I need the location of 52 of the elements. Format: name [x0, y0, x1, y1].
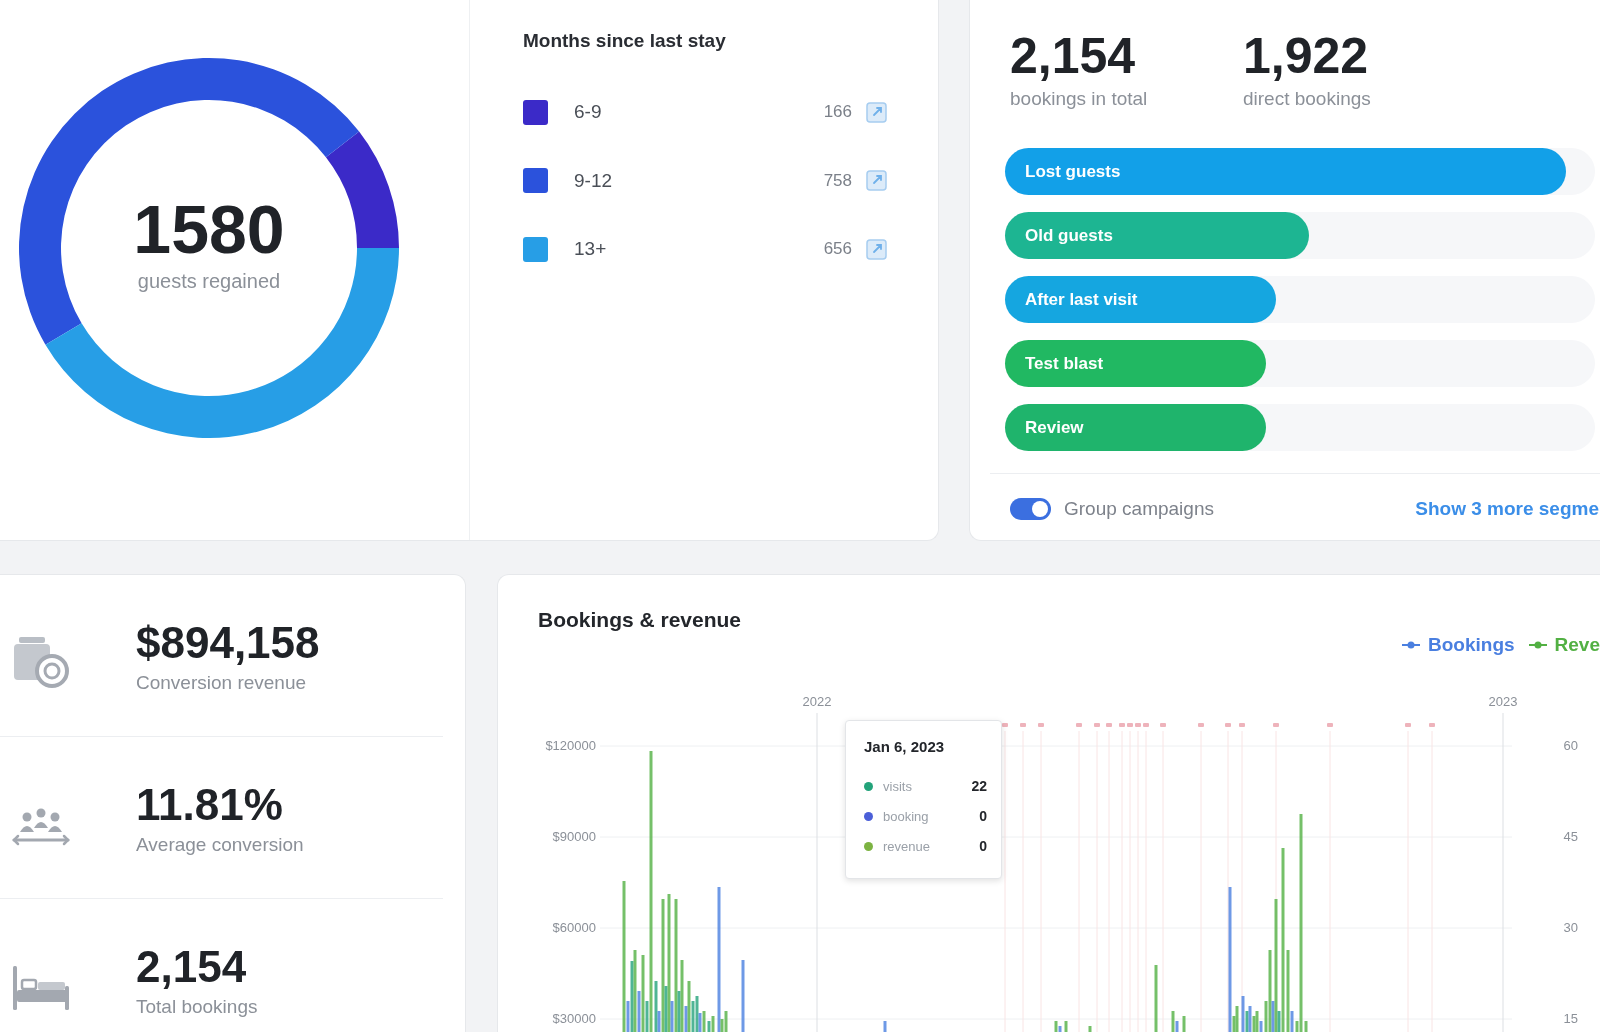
external-link-icon [866, 101, 887, 123]
summary-value: 11.81% [136, 781, 283, 829]
legend-label: 6-9 [574, 101, 602, 123]
segment-bar[interactable]: Lost guests [1005, 148, 1566, 195]
summary-label: Average conversion [136, 833, 304, 857]
axis-tick-label: 60 [1563, 737, 1578, 755]
donut-caption: guests regained [137, 269, 281, 293]
stat-label: direct bookings [1243, 87, 1371, 111]
external-link-icon [866, 170, 887, 191]
legend-count: 166 [823, 102, 852, 122]
legend-label: 13+ [574, 238, 607, 260]
legend-label: 9-12 [574, 169, 613, 192]
axis-tick-label: 30 [1563, 919, 1578, 937]
chart-title: Bookings & revenue [538, 607, 742, 633]
tooltip-value: 0 [979, 838, 987, 854]
toggle-switch[interactable] [1010, 498, 1051, 520]
legend-toggle[interactable]: Bookings [1402, 633, 1515, 657]
axis-period-label: 2022 [802, 694, 832, 709]
axis-period-label: 2023 [1488, 694, 1518, 709]
stat-value: 1,922 [1243, 28, 1369, 84]
axis-tick-label: $90000 [552, 828, 596, 846]
show-more-link[interactable]: Show 3 more segme [1415, 498, 1600, 520]
summary-label: Conversion revenue [136, 671, 307, 695]
tooltip-date: Jan 6, 2023 [864, 737, 946, 757]
axis-tick-label: $30000 [552, 1010, 596, 1028]
legend-count: 656 [823, 239, 852, 259]
summary-value: $894,158 [136, 619, 320, 667]
donut-slice [325, 131, 399, 248]
tooltip-value: 0 [979, 808, 987, 824]
summary-label: Total bookings [136, 995, 258, 1019]
segment-bar[interactable]: After last visit [1005, 276, 1277, 323]
tooltip-label: booking [883, 808, 930, 824]
stat-value: 2,154 [1010, 28, 1136, 84]
donut-slice [19, 58, 360, 345]
axis-tick-label: $120000 [545, 737, 596, 755]
legend-title: Months since last stay [523, 29, 726, 53]
axis-tick-label: $60000 [552, 919, 596, 937]
summary-value: 2,154 [136, 943, 247, 991]
stat-label: bookings in total [1010, 87, 1148, 111]
segment-bar[interactable]: Old guests [1005, 212, 1309, 259]
tooltip-value: 22 [971, 778, 987, 794]
toggle-label: Group campaigns [1064, 498, 1214, 520]
tooltip-label: revenue [883, 838, 931, 854]
tooltip-label: visits [883, 778, 913, 794]
legend-count: 758 [823, 170, 852, 191]
segment-bar[interactable]: Review [1005, 404, 1266, 451]
external-link-icon [866, 238, 887, 260]
legend-toggle[interactable]: Reve [1528, 633, 1600, 657]
segment-bar[interactable]: Test blast [1005, 340, 1266, 387]
axis-tick-label: 45 [1563, 828, 1578, 846]
donut-total-value: 1580 [133, 195, 285, 263]
axis-tick-label: 15 [1563, 1010, 1578, 1028]
